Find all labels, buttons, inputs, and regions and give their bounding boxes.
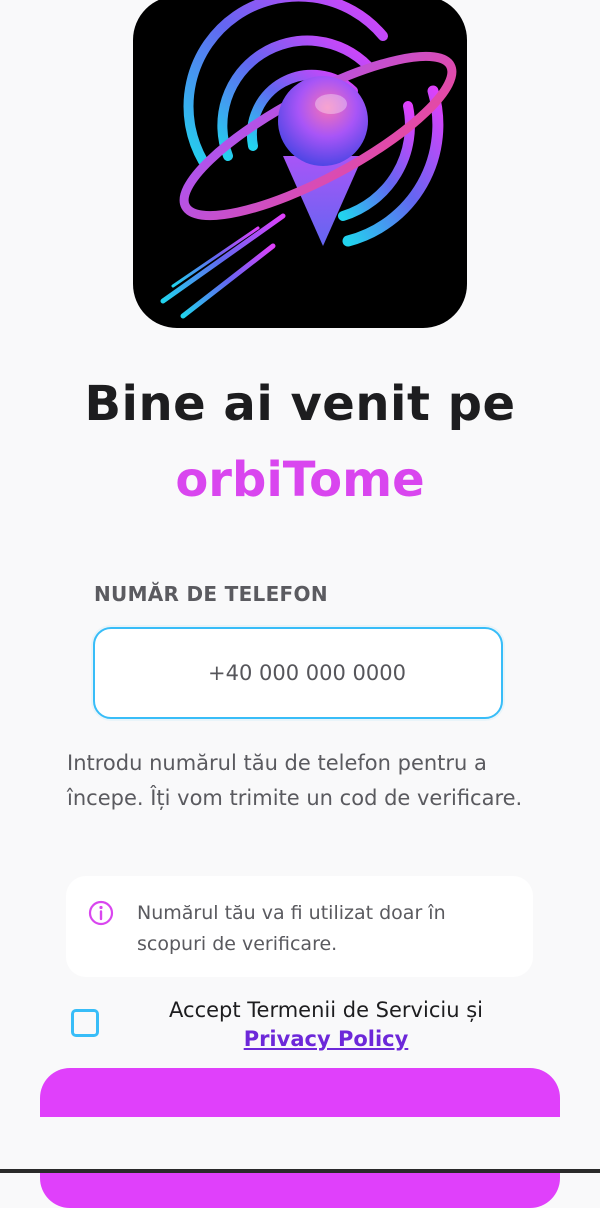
bottom-mask [0, 1117, 600, 1173]
bottom-edge [0, 1169, 600, 1173]
phone-field[interactable] [93, 627, 503, 719]
help-text: Introdu numărul tău de telefon pentru a … [67, 751, 523, 810]
terms-text: Accept Termenii de Serviciu și Privacy P… [136, 996, 516, 1054]
info-icon [88, 900, 114, 926]
terms-checkbox[interactable] [71, 1009, 99, 1037]
info-card: Numărul tău va fi utilizat doar în scopu… [66, 876, 533, 977]
orbit-location-pin-icon [160, 0, 457, 319]
privacy-policy-link[interactable]: Privacy Policy [136, 1025, 516, 1054]
phone-label: NUMĂR DE TELEFON [94, 582, 328, 606]
phone-input[interactable] [95, 629, 501, 717]
page-title: Bine ai venit pe [84, 376, 516, 432]
app-logo [133, 0, 467, 328]
brand-name: orbiTome [175, 452, 425, 508]
terms-label: Accept Termenii de Serviciu și [169, 998, 483, 1022]
info-text: Numărul tău va fi utilizat doar în scopu… [137, 902, 446, 955]
